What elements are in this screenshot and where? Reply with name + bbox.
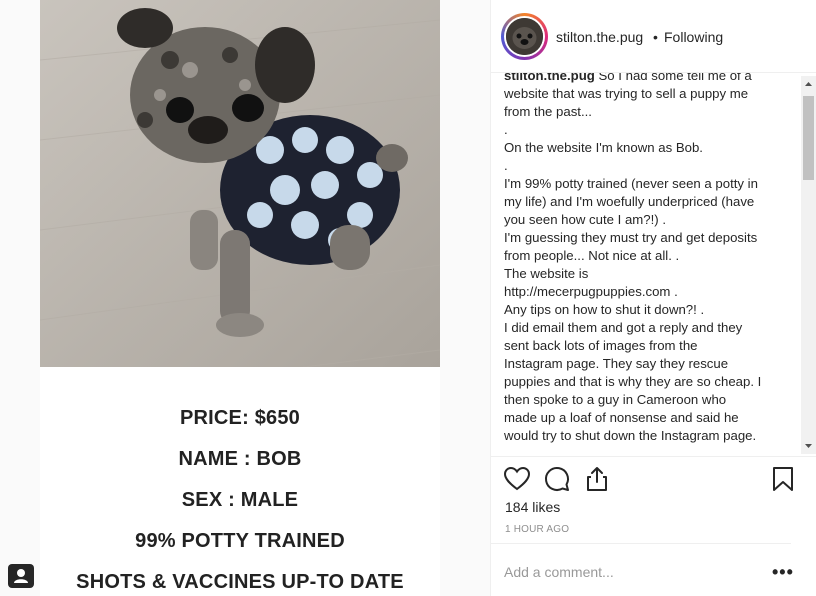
caption-line: then spoke to a guy in Cameroon who: [504, 392, 727, 407]
bookmark-icon[interactable]: [769, 465, 797, 493]
caption-link[interactable]: http://mecerpugpuppies.com .: [504, 283, 788, 301]
following-button[interactable]: Following: [664, 29, 723, 45]
caption-line: I'm 99% potty trained (never seen a pott…: [504, 176, 758, 191]
ad-name: NAME : BOB: [178, 448, 302, 470]
caption-line: website that was trying to sell a puppy …: [504, 86, 749, 101]
scroll-up-arrow-icon[interactable]: [801, 76, 816, 92]
avatar-image: [506, 18, 543, 55]
report-icon[interactable]: [8, 564, 34, 588]
caption-line: On the website I'm known as Bob.: [504, 140, 703, 155]
caption: stilton.the.pug So I had some tell me of…: [504, 72, 788, 445]
avatar-frame: [504, 16, 545, 57]
post-media: PRICE: $650 NAME : BOB SEX : MALE 99% PO…: [40, 0, 440, 596]
action-bar: [491, 456, 816, 500]
caption-first-line: stilton.the.pug So I had some tell me of…: [504, 72, 788, 85]
ad-potty: 99% POTTY TRAINED: [135, 530, 345, 552]
comment-box: •••: [491, 543, 794, 596]
caption-line: .: [504, 158, 508, 173]
caption-first-line-text: So I had some tell me of a: [594, 72, 752, 83]
pug-photo: [40, 0, 440, 367]
post-details-pane: stilton.the.pug • Following stilton.the.…: [490, 0, 816, 596]
comment-icon[interactable]: [543, 465, 571, 493]
caption-line: .: [504, 122, 508, 137]
share-icon[interactable]: [583, 465, 611, 493]
like-count[interactable]: 184 likes: [505, 499, 560, 515]
caption-line: from people... Not nice at all. .: [504, 248, 680, 263]
post-media-pane: PRICE: $650 NAME : BOB SEX : MALE 99% PO…: [0, 0, 490, 596]
scroll-down-arrow-icon[interactable]: [801, 438, 816, 454]
caption-line: you seen how cute I am?!) .: [504, 212, 666, 227]
ad-text-block: PRICE: $650 NAME : BOB SEX : MALE 99% PO…: [40, 367, 440, 596]
caption-line: puppies and that is why they are so chea…: [504, 374, 762, 389]
caption-line: would try to shut down the Instagram pag…: [504, 428, 757, 443]
caption-line: made up a loaf of nonsense and said he: [504, 410, 739, 425]
caption-scrollbar[interactable]: [801, 76, 816, 454]
caption-line: from the past...: [504, 104, 592, 119]
caption-line: The website is: [504, 266, 589, 281]
more-options-icon[interactable]: •••: [772, 562, 794, 583]
username-link[interactable]: stilton.the.pug: [556, 29, 643, 45]
caption-line: sent back lots of images from the: [504, 338, 698, 353]
ad-vaccines: SHOTS & VACCINES UP-TO DATE: [76, 571, 404, 593]
caption-scroll-area[interactable]: stilton.the.pug So I had some tell me of…: [491, 72, 816, 454]
caption-author[interactable]: stilton.the.pug: [504, 73, 595, 83]
separator-dot: •: [653, 29, 658, 45]
post-header: stilton.the.pug • Following: [491, 0, 816, 72]
caption-line: Any tips on how to shut it down?! .: [504, 302, 705, 317]
caption-line: I did email them and got a reply and the…: [504, 320, 743, 335]
ad-sex: SEX : MALE: [181, 489, 299, 511]
ad-price: PRICE: $650: [179, 407, 301, 429]
caption-line: I'm guessing they must try and get depos…: [504, 230, 758, 245]
post-timestamp: 1 HOUR AGO: [505, 524, 570, 535]
comment-input[interactable]: [504, 563, 744, 581]
avatar[interactable]: [501, 13, 548, 60]
caption-line: Instagram page. They say they rescue: [504, 356, 729, 371]
scrollbar-thumb[interactable]: [803, 96, 814, 180]
caption-line: my life) and I'm woefully underpriced (h…: [504, 194, 755, 209]
heart-icon[interactable]: [503, 465, 531, 493]
